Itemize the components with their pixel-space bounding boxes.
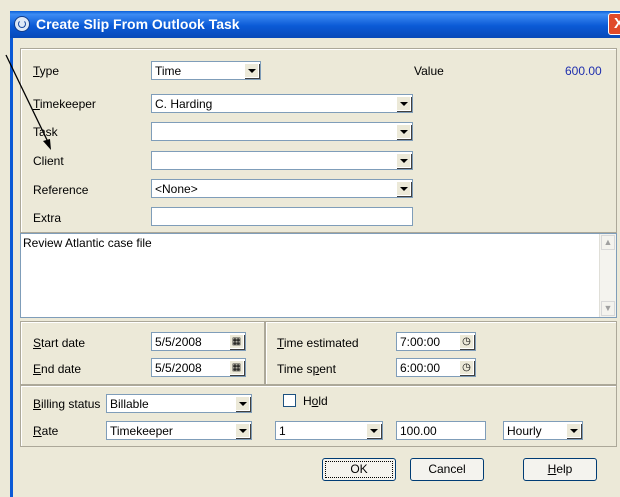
annotation-arrow-icon — [5, 54, 51, 150]
